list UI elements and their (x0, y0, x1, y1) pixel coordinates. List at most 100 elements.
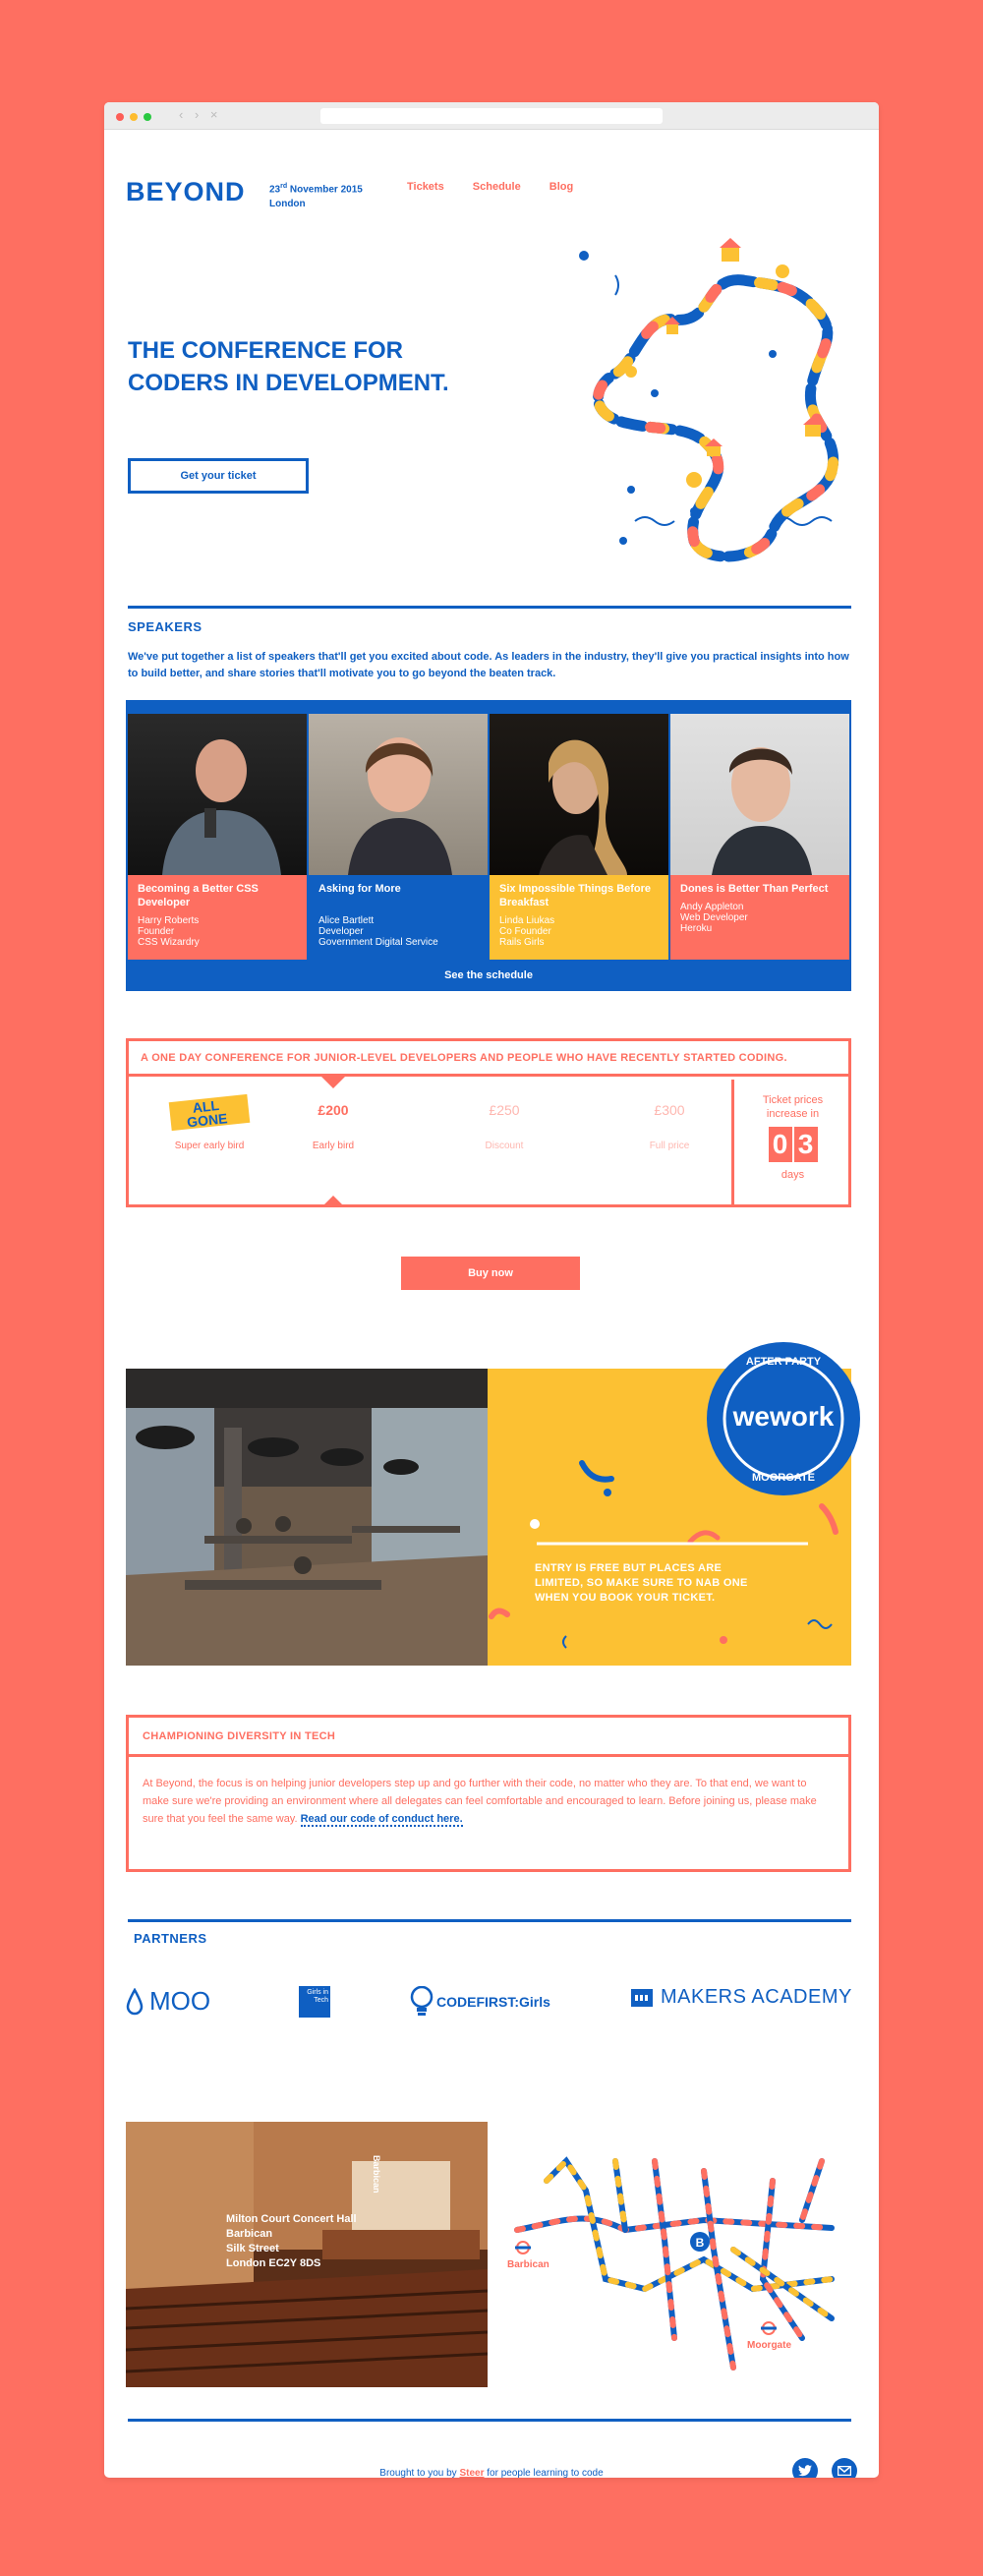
tier-price: £250 (489, 1102, 520, 1118)
speaker-info: Becoming a Better CSS Developer Harry Ro… (128, 875, 307, 960)
hero-headline: THE CONFERENCE FOR CODERS IN DEVELOPMENT… (128, 337, 449, 396)
speaker-org: Rails Girls (499, 937, 545, 948)
party-info-text: ENTRY IS FREE BUT PLACES ARE LIMITED, SO… (535, 1562, 748, 1604)
speaker-role: Co Founder (499, 926, 551, 937)
speaker-photo (309, 714, 488, 875)
partner-codefirst-girls[interactable]: CODEFIRST:Girls (409, 1986, 550, 2018)
close-dot-icon[interactable] (116, 113, 124, 121)
svg-text:B: B (696, 2236, 705, 2250)
tier-label: Super early bird (174, 1141, 245, 1151)
get-ticket-button[interactable]: Get your ticket (128, 458, 309, 494)
speaker-role: Developer (318, 926, 364, 937)
talk-title: Dones is Better Than Perfect (680, 883, 829, 895)
speaker-name: Linda Liukas (499, 915, 555, 926)
browser-window: ‹ › × BEYOND 23rd November 2015 London T… (104, 102, 879, 2478)
venue-address: Milton Court Concert Hall Barbican Silk … (226, 2213, 357, 2269)
twitter-icon[interactable] (792, 2458, 818, 2478)
venue-map[interactable]: B Barbican Moorgate (507, 2141, 851, 2377)
pricing-banner: A ONE DAY CONFERENCE FOR JUNIOR-LEVEL DE… (129, 1041, 848, 1077)
maximize-dot-icon[interactable] (144, 113, 151, 121)
countdown-label: Ticket prices increase in (762, 1094, 824, 1120)
nav-tickets[interactable]: Tickets (407, 181, 444, 193)
tier-price: ALL GONE (141, 1093, 278, 1132)
tier-super-early-bird: ALL GONE Super early bird (141, 1093, 278, 1151)
speaker-info: Dones is Better Than Perfect Andy Applet… (670, 875, 849, 960)
speaker-photo (670, 714, 849, 875)
speaker-info: Six Impossible Things Before Breakfast L… (490, 875, 668, 960)
partner-makers-academy[interactable]: MAKERS ACADEMY (631, 1986, 852, 2009)
tier-price: £300 (654, 1102, 685, 1118)
speakers-divider (128, 606, 851, 609)
makers-logo-icon (631, 1988, 653, 2007)
droplet-icon (126, 1987, 144, 2015)
speaker-org: Government Digital Service (318, 937, 438, 948)
diversity-heading: CHAMPIONING DIVERSITY IN TECH (129, 1718, 848, 1757)
speaker-info: Asking for More Alice Bartlett Developer… (309, 875, 488, 960)
speaker-photo (128, 714, 307, 875)
badge-top-text: AFTER PARTY (746, 1356, 822, 1368)
barbican-sign: Barbican (372, 2155, 381, 2194)
active-tier-notch-bottom (321, 1196, 345, 1207)
main-nav: Tickets Schedule Blog (407, 181, 599, 193)
concert-hall-photo: Barbican Milton Court Concert Hall Barbi… (126, 2122, 488, 2387)
speakers-heading: SPEAKERS (128, 619, 202, 634)
event-location: London (269, 199, 306, 210)
venue-interior-photo (126, 1369, 488, 1666)
tier-label: Full price (649, 1141, 690, 1151)
talk-title: Becoming a Better CSS Developer (138, 883, 259, 908)
speaker-card[interactable]: Six Impossible Things Before Breakfast L… (490, 714, 668, 960)
map-label-barbican: Barbican (507, 2259, 549, 2270)
countdown-unit: days (781, 1169, 805, 1181)
countdown-digit: 0 (768, 1127, 792, 1162)
countdown-digit: 3 (793, 1127, 818, 1162)
pricing-panel: A ONE DAY CONFERENCE FOR JUNIOR-LEVEL DE… (126, 1038, 851, 1207)
tier-discount: £250 Discount (435, 1098, 573, 1151)
partners-heading: PARTNERS (134, 1931, 207, 1946)
badge-bottom-text: MOORGATE (752, 1472, 815, 1484)
nav-blog[interactable]: Blog (549, 181, 573, 193)
diversity-body: At Beyond, the focus is on helping junio… (143, 1778, 817, 1827)
partners-divider (128, 1919, 851, 1922)
speaker-org: CSS Wizardry (138, 937, 200, 948)
tier-price: £200 (318, 1102, 349, 1118)
email-icon[interactable] (832, 2458, 857, 2478)
minimize-dot-icon[interactable] (130, 113, 138, 121)
partner-girls-in-tech[interactable]: Girls in Tech (299, 1986, 330, 2018)
tier-label: Early bird (312, 1141, 355, 1151)
speaker-role: Founder (138, 926, 175, 937)
footer-credit: Brought to you by Steer for people learn… (379, 2468, 604, 2478)
tier-label: Discount (485, 1141, 524, 1151)
partner-moo[interactable]: MOO (126, 1986, 210, 2017)
speaker-card[interactable]: Dones is Better Than Perfect Andy Applet… (670, 714, 849, 960)
steer-link[interactable]: Steer (459, 2468, 484, 2478)
logo[interactable]: BEYOND (126, 177, 246, 207)
see-schedule-link[interactable]: See the schedule (126, 960, 851, 991)
wework-badge[interactable]: wework AFTER PARTY MOORGATE (700, 1335, 867, 1502)
nav-schedule[interactable]: Schedule (473, 181, 521, 193)
browser-toolbar: ‹ › × (104, 102, 879, 130)
tier-early-bird[interactable]: £200 Early bird (264, 1098, 402, 1151)
active-tier-notch-top (321, 1077, 345, 1088)
event-date: 23rd November 2015 London (269, 183, 363, 210)
speaker-photo (490, 714, 668, 875)
map-label-moorgate: Moorgate (747, 2340, 791, 2351)
diversity-panel: CHAMPIONING DIVERSITY IN TECH At Beyond,… (126, 1715, 851, 1872)
talk-title: Six Impossible Things Before Breakfast (499, 883, 652, 908)
speaker-role: Web Developer (680, 912, 748, 923)
speaker-name: Andy Appleton (680, 902, 744, 912)
code-of-conduct-link[interactable]: Read our code of conduct here. (300, 1813, 463, 1827)
speakers-intro: We've put together a list of speakers th… (128, 651, 849, 679)
buy-now-button[interactable]: Buy now (401, 1257, 580, 1290)
nav-arrows-icon[interactable]: ‹ › × (179, 107, 221, 122)
speaker-card[interactable]: Asking for More Alice Bartlett Developer… (309, 714, 488, 960)
speaker-org: Heroku (680, 923, 713, 934)
speaker-name: Alice Bartlett (318, 915, 375, 926)
badge-brand: wework (732, 1401, 835, 1432)
speaker-card[interactable]: Becoming a Better CSS Developer Harry Ro… (128, 714, 307, 960)
speakers-grid: Becoming a Better CSS Developer Harry Ro… (126, 700, 851, 991)
tier-full-price: £300 Full price (601, 1098, 738, 1151)
address-bar[interactable] (320, 108, 663, 124)
lightbulb-icon (410, 1986, 434, 2016)
speaker-name: Harry Roberts (138, 915, 200, 926)
talk-title: Asking for More (318, 883, 401, 895)
